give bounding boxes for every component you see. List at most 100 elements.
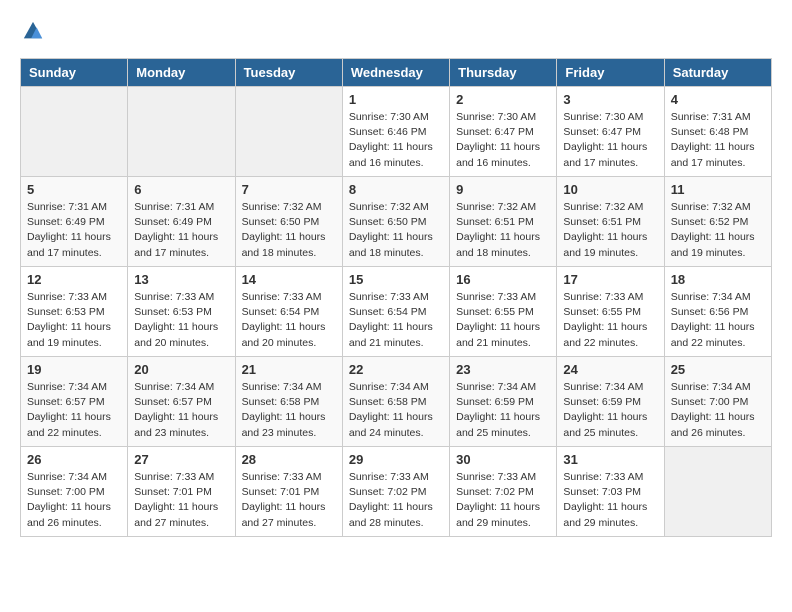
day-number: 3 <box>563 92 657 107</box>
day-info: Sunrise: 7:30 AM Sunset: 6:47 PM Dayligh… <box>563 110 657 171</box>
day-info: Sunrise: 7:34 AM Sunset: 7:00 PM Dayligh… <box>671 380 765 441</box>
logo <box>20 20 44 42</box>
calendar-cell: 26 Sunrise: 7:34 AM Sunset: 7:00 PM Dayli… <box>21 447 128 537</box>
day-info: Sunrise: 7:34 AM Sunset: 7:00 PM Dayligh… <box>27 470 121 531</box>
day-number: 9 <box>456 182 550 197</box>
day-info: Sunrise: 7:31 AM Sunset: 6:48 PM Dayligh… <box>671 110 765 171</box>
calendar-cell: 25Sunrise: 7:34 AM Sunset: 7:00 PM Dayli… <box>664 357 771 447</box>
day-number: 28 <box>242 452 336 467</box>
day-info: Sunrise: 7:33 AM Sunset: 6:53 PM Dayligh… <box>134 290 228 351</box>
day-number: 15 <box>349 272 443 287</box>
day-number: 7 <box>242 182 336 197</box>
day-header-tuesday: Tuesday <box>235 59 342 87</box>
calendar-cell: 2 Sunrise: 7:30 AM Sunset: 6:47 PM Daylig… <box>450 87 557 177</box>
day-info: Sunrise: 7:31 AM Sunset: 6:49 PM Dayligh… <box>134 200 228 261</box>
day-info: Sunrise: 7:33 AM Sunset: 7:01 PM Dayligh… <box>242 470 336 531</box>
day-header-sunday: Sunday <box>21 59 128 87</box>
day-info: Sunrise: 7:33 AM Sunset: 6:53 PM Dayligh… <box>27 290 121 351</box>
day-number: 17 <box>563 272 657 287</box>
day-info: Sunrise: 7:34 AM Sunset: 6:57 PM Dayligh… <box>27 380 121 441</box>
day-info: Sunrise: 7:33 AM Sunset: 7:01 PM Dayligh… <box>134 470 228 531</box>
day-info: Sunrise: 7:31 AM Sunset: 6:49 PM Dayligh… <box>27 200 121 261</box>
day-number: 31 <box>563 452 657 467</box>
day-header-saturday: Saturday <box>664 59 771 87</box>
day-number: 6 <box>134 182 228 197</box>
calendar-cell: 10 Sunrise: 7:32 AM Sunset: 6:51 PM Dayli… <box>557 177 664 267</box>
calendar-table: SundayMondayTuesdayWednesdayThursdayFrid… <box>20 58 772 537</box>
day-info: Sunrise: 7:34 AM Sunset: 6:59 PM Dayligh… <box>456 380 550 441</box>
day-info: Sunrise: 7:33 AM Sunset: 7:02 PM Dayligh… <box>349 470 443 531</box>
calendar-cell: 3 Sunrise: 7:30 AM Sunset: 6:47 PM Daylig… <box>557 87 664 177</box>
calendar-cell: 5 Sunrise: 7:31 AM Sunset: 6:49 PM Daylig… <box>21 177 128 267</box>
calendar-cell: 18 Sunrise: 7:34 AM Sunset: 6:56 PM Dayli… <box>664 267 771 357</box>
page-header <box>20 20 772 42</box>
day-number: 5 <box>27 182 121 197</box>
day-number: 29 <box>349 452 443 467</box>
day-info: Sunrise: 7:34 AM Sunset: 6:59 PM Dayligh… <box>563 380 657 441</box>
day-info: Sunrise: 7:34 AM Sunset: 6:58 PM Dayligh… <box>349 380 443 441</box>
calendar-cell <box>235 87 342 177</box>
calendar-cell: 22 Sunrise: 7:34 AM Sunset: 6:58 PM Dayli… <box>342 357 449 447</box>
day-header-friday: Friday <box>557 59 664 87</box>
day-number: 11 <box>671 182 765 197</box>
calendar-cell: 27 Sunrise: 7:33 AM Sunset: 7:01 PM Dayli… <box>128 447 235 537</box>
calendar-cell <box>128 87 235 177</box>
day-number: 18 <box>671 272 765 287</box>
day-number: 27 <box>134 452 228 467</box>
week-row-5: 26 Sunrise: 7:34 AM Sunset: 7:00 PM Dayli… <box>21 447 772 537</box>
day-info: Sunrise: 7:34 AM Sunset: 6:58 PM Dayligh… <box>242 380 336 441</box>
calendar-cell: 14 Sunrise: 7:33 AM Sunset: 6:54 PM Dayli… <box>235 267 342 357</box>
day-number: 4 <box>671 92 765 107</box>
day-header-thursday: Thursday <box>450 59 557 87</box>
calendar-cell: 19 Sunrise: 7:34 AM Sunset: 6:57 PM Dayli… <box>21 357 128 447</box>
day-info: Sunrise: 7:34 AM Sunset: 6:56 PM Dayligh… <box>671 290 765 351</box>
calendar-cell: 1Sunrise: 7:30 AM Sunset: 6:46 PM Daylig… <box>342 87 449 177</box>
calendar-cell: 12Sunrise: 7:33 AM Sunset: 6:53 PM Dayli… <box>21 267 128 357</box>
calendar-body: 1Sunrise: 7:30 AM Sunset: 6:46 PM Daylig… <box>21 87 772 537</box>
calendar-cell <box>664 447 771 537</box>
calendar-cell: 29 Sunrise: 7:33 AM Sunset: 7:02 PM Dayli… <box>342 447 449 537</box>
week-row-2: 5 Sunrise: 7:31 AM Sunset: 6:49 PM Daylig… <box>21 177 772 267</box>
week-row-4: 19 Sunrise: 7:34 AM Sunset: 6:57 PM Dayli… <box>21 357 772 447</box>
day-info: Sunrise: 7:33 AM Sunset: 7:02 PM Dayligh… <box>456 470 550 531</box>
day-number: 14 <box>242 272 336 287</box>
day-info: Sunrise: 7:32 AM Sunset: 6:51 PM Dayligh… <box>456 200 550 261</box>
day-info: Sunrise: 7:32 AM Sunset: 6:50 PM Dayligh… <box>349 200 443 261</box>
calendar-header-row: SundayMondayTuesdayWednesdayThursdayFrid… <box>21 59 772 87</box>
day-info: Sunrise: 7:30 AM Sunset: 6:47 PM Dayligh… <box>456 110 550 171</box>
calendar-cell: 8 Sunrise: 7:32 AM Sunset: 6:50 PM Daylig… <box>342 177 449 267</box>
calendar-cell: 28 Sunrise: 7:33 AM Sunset: 7:01 PM Dayli… <box>235 447 342 537</box>
day-number: 19 <box>27 362 121 377</box>
day-number: 13 <box>134 272 228 287</box>
day-number: 30 <box>456 452 550 467</box>
calendar-cell: 11 Sunrise: 7:32 AM Sunset: 6:52 PM Dayli… <box>664 177 771 267</box>
calendar-cell: 7 Sunrise: 7:32 AM Sunset: 6:50 PM Daylig… <box>235 177 342 267</box>
day-info: Sunrise: 7:33 AM Sunset: 6:54 PM Dayligh… <box>242 290 336 351</box>
calendar-cell: 30 Sunrise: 7:33 AM Sunset: 7:02 PM Dayli… <box>450 447 557 537</box>
calendar-cell <box>21 87 128 177</box>
day-info: Sunrise: 7:32 AM Sunset: 6:51 PM Dayligh… <box>563 200 657 261</box>
day-info: Sunrise: 7:33 AM Sunset: 6:55 PM Dayligh… <box>563 290 657 351</box>
logo-icon <box>22 20 44 42</box>
day-number: 10 <box>563 182 657 197</box>
day-info: Sunrise: 7:33 AM Sunset: 7:03 PM Dayligh… <box>563 470 657 531</box>
day-info: Sunrise: 7:32 AM Sunset: 6:50 PM Dayligh… <box>242 200 336 261</box>
day-number: 22 <box>349 362 443 377</box>
calendar-cell: 4 Sunrise: 7:31 AM Sunset: 6:48 PM Daylig… <box>664 87 771 177</box>
day-number: 1 <box>349 92 443 107</box>
day-info: Sunrise: 7:33 AM Sunset: 6:54 PM Dayligh… <box>349 290 443 351</box>
calendar-cell: 6 Sunrise: 7:31 AM Sunset: 6:49 PM Daylig… <box>128 177 235 267</box>
day-number: 2 <box>456 92 550 107</box>
calendar-cell: 15 Sunrise: 7:33 AM Sunset: 6:54 PM Dayli… <box>342 267 449 357</box>
calendar-cell: 13 Sunrise: 7:33 AM Sunset: 6:53 PM Dayli… <box>128 267 235 357</box>
day-number: 16 <box>456 272 550 287</box>
calendar-cell: 16Sunrise: 7:33 AM Sunset: 6:55 PM Dayli… <box>450 267 557 357</box>
calendar-cell: 9 Sunrise: 7:32 AM Sunset: 6:51 PM Daylig… <box>450 177 557 267</box>
day-header-monday: Monday <box>128 59 235 87</box>
calendar-cell: 20Sunrise: 7:34 AM Sunset: 6:57 PM Dayli… <box>128 357 235 447</box>
calendar-cell: 24Sunrise: 7:34 AM Sunset: 6:59 PM Dayli… <box>557 357 664 447</box>
day-info: Sunrise: 7:32 AM Sunset: 6:52 PM Dayligh… <box>671 200 765 261</box>
calendar-cell: 17 Sunrise: 7:33 AM Sunset: 6:55 PM Dayli… <box>557 267 664 357</box>
day-number: 26 <box>27 452 121 467</box>
day-number: 8 <box>349 182 443 197</box>
